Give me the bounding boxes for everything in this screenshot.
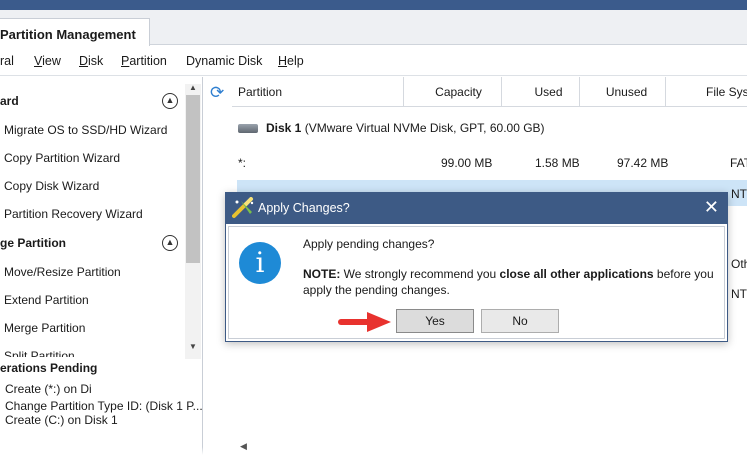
menu-partition-label: artition bbox=[129, 54, 167, 68]
sidebar-item-migrate-os[interactable]: Migrate OS to SSD/HD Wizard bbox=[4, 123, 167, 137]
note-text-bold: close all other applications bbox=[499, 267, 654, 281]
sidebar-item-copy-disk[interactable]: Copy Disk Wizard bbox=[4, 179, 99, 193]
pending-item: Create (C:) on Disk 1 bbox=[5, 413, 118, 427]
wizard-section-title: ard bbox=[0, 94, 19, 108]
tab-strip: Partition Management bbox=[0, 10, 747, 56]
menu-bar: ral View Disk Partition Dynamic Disk Hel… bbox=[0, 46, 747, 76]
menu-help-key: H bbox=[278, 54, 288, 68]
column-unused[interactable]: Unused bbox=[580, 77, 666, 107]
menu-view-label: iew bbox=[42, 54, 61, 68]
sidebar-item-extend[interactable]: Extend Partition bbox=[4, 293, 89, 307]
dialog-body: i Apply pending changes? NOTE: We strong… bbox=[228, 226, 725, 339]
scroll-left-icon[interactable]: ◀ bbox=[240, 441, 247, 452]
pending-item: Change Partition Type ID: (Disk 1 P... bbox=[5, 399, 203, 413]
no-button[interactable]: No bbox=[481, 309, 559, 333]
sidebar-item-copy-partition[interactable]: Copy Partition Wizard bbox=[4, 151, 120, 165]
disk-description: (VMware Virtual NVMe Disk, GPT, 60.00 GB… bbox=[304, 121, 545, 135]
close-icon[interactable]: ✕ bbox=[704, 197, 719, 218]
menu-general-label: ral bbox=[0, 54, 14, 68]
disk-1-row[interactable]: Disk 1 (VMware Virtual NVMe Disk, GPT, 6… bbox=[238, 121, 545, 135]
menu-partition[interactable]: Partition bbox=[121, 54, 167, 68]
collapse-partition-icon[interactable]: ▲ bbox=[162, 235, 178, 251]
partition-section-title: ge Partition bbox=[0, 236, 67, 250]
row1-partition[interactable]: *: bbox=[238, 156, 246, 170]
disk-icon bbox=[238, 124, 258, 134]
scroll-down-icon[interactable]: ▼ bbox=[186, 342, 200, 351]
panel-fade bbox=[0, 447, 203, 458]
sidebar-item-split[interactable]: Split Partition bbox=[4, 349, 75, 357]
row4-file-system: NT bbox=[731, 287, 747, 301]
menu-dynamic-disk-label: Dynamic Disk bbox=[186, 54, 263, 68]
menu-view[interactable]: View bbox=[34, 54, 61, 68]
menu-view-key: V bbox=[34, 54, 43, 68]
dialog-title: Apply Changes? bbox=[258, 201, 350, 215]
menu-help-label: elp bbox=[287, 54, 304, 68]
row3-file-system: Oth bbox=[731, 257, 747, 271]
row2-file-system: NT bbox=[731, 187, 747, 201]
collapse-wizard-icon[interactable]: ▲ bbox=[162, 93, 178, 109]
dialog-title-bar: Apply Changes? ✕ bbox=[226, 193, 727, 224]
column-file-system[interactable]: File Syst bbox=[666, 77, 747, 107]
refresh-icon[interactable]: ⟳ bbox=[210, 83, 224, 103]
note-label: NOTE: bbox=[303, 267, 341, 281]
dialog-note: NOTE: We strongly recommend you close al… bbox=[303, 266, 719, 298]
column-capacity[interactable]: Capacity bbox=[404, 77, 502, 107]
menu-disk[interactable]: Disk bbox=[79, 54, 103, 68]
menu-help[interactable]: Help bbox=[278, 54, 304, 68]
window-top-bar bbox=[0, 0, 747, 10]
scroll-up-icon[interactable]: ▲ bbox=[186, 83, 200, 92]
apply-wand-icon bbox=[232, 197, 254, 218]
note-text-pre: We strongly recommend you bbox=[340, 267, 500, 281]
left-scrollbar-thumb[interactable] bbox=[186, 95, 200, 263]
dialog-question: Apply pending changes? bbox=[303, 237, 435, 251]
sidebar-item-merge[interactable]: Merge Partition bbox=[4, 321, 85, 335]
apply-changes-dialog: Apply Changes? ✕ i Apply pending changes… bbox=[225, 192, 728, 342]
column-partition[interactable]: Partition bbox=[232, 77, 404, 107]
disk-label: Disk 1 bbox=[266, 121, 302, 135]
yes-button[interactable]: Yes bbox=[396, 309, 474, 333]
info-icon: i bbox=[239, 242, 281, 284]
sidebar-item-partition-recovery[interactable]: Partition Recovery Wizard bbox=[4, 207, 143, 221]
row1-unused: 97.42 MB bbox=[617, 156, 669, 170]
sidebar-item-move-resize[interactable]: Move/Resize Partition bbox=[4, 265, 121, 279]
menu-disk-label: isk bbox=[88, 54, 104, 68]
row1-used: 1.58 MB bbox=[535, 156, 580, 170]
left-panel: ard ▲ Migrate OS to SSD/HD Wizard Copy P… bbox=[0, 77, 203, 458]
operations-pending-title: erations Pending bbox=[0, 361, 98, 375]
column-used[interactable]: Used bbox=[502, 77, 580, 107]
red-arrow-icon bbox=[338, 312, 391, 332]
pending-item: Create (*:) on Di bbox=[5, 382, 92, 396]
row1-file-system: FAT bbox=[730, 156, 747, 170]
tab-label: Partition Management bbox=[0, 27, 136, 42]
menu-general[interactable]: ral bbox=[0, 54, 14, 68]
menu-dynamic-disk[interactable]: Dynamic Disk bbox=[186, 54, 262, 68]
row1-capacity: 99.00 MB bbox=[441, 156, 493, 170]
menu-disk-key: D bbox=[79, 54, 89, 68]
